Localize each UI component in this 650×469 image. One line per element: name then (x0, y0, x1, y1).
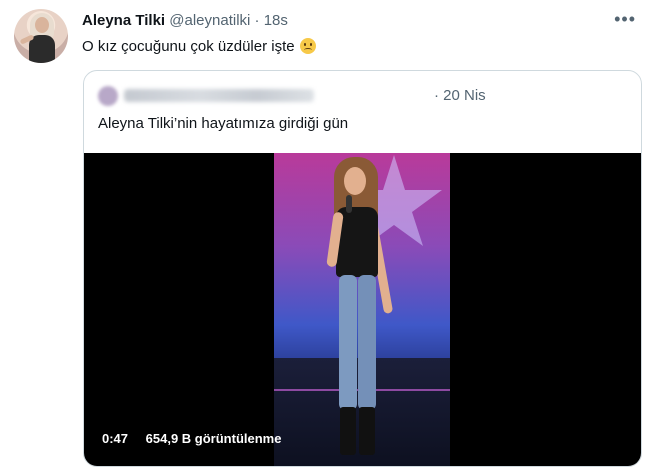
author-name[interactable]: Aleyna Tilki (82, 12, 165, 29)
quoted-author-name-blurred (124, 89, 314, 102)
video-meta: 0:47 654,9 B görüntülenme (102, 431, 281, 446)
quoted-author-avatar (98, 86, 118, 106)
quoted-tweet-card[interactable]: · 20 Nis Aleyna Tilki’nin hayatımıza gir… (83, 70, 642, 467)
author-avatar[interactable] (14, 9, 68, 63)
microphone-icon (346, 195, 352, 213)
singer-figure (312, 157, 412, 462)
smiling-face-with-tear-icon (299, 38, 316, 54)
more-options-icon[interactable]: ••• (614, 9, 636, 30)
tweet-header: Aleyna Tilki @aleynatilki · 18s (82, 12, 288, 29)
video-player[interactable]: 0:47 654,9 B görüntülenme (84, 153, 641, 466)
author-handle[interactable]: @aleynatilki (169, 12, 250, 29)
separator: · (254, 12, 260, 29)
tweet-text-content: O kız çocuğunu çok üzdüler işte (82, 38, 295, 55)
tweet-text: O kız çocuğunu çok üzdüler işte (82, 38, 316, 55)
video-frame (274, 153, 450, 466)
tweet-time[interactable]: 18s (264, 12, 288, 29)
quoted-tweet-text: Aleyna Tilki’nin hayatımıza girdiği gün (98, 115, 349, 132)
quoted-tweet-time: · 20 Nis (434, 87, 486, 104)
video-duration: 0:47 (102, 431, 129, 446)
video-views: 654,9 B görüntülenme (145, 431, 282, 446)
